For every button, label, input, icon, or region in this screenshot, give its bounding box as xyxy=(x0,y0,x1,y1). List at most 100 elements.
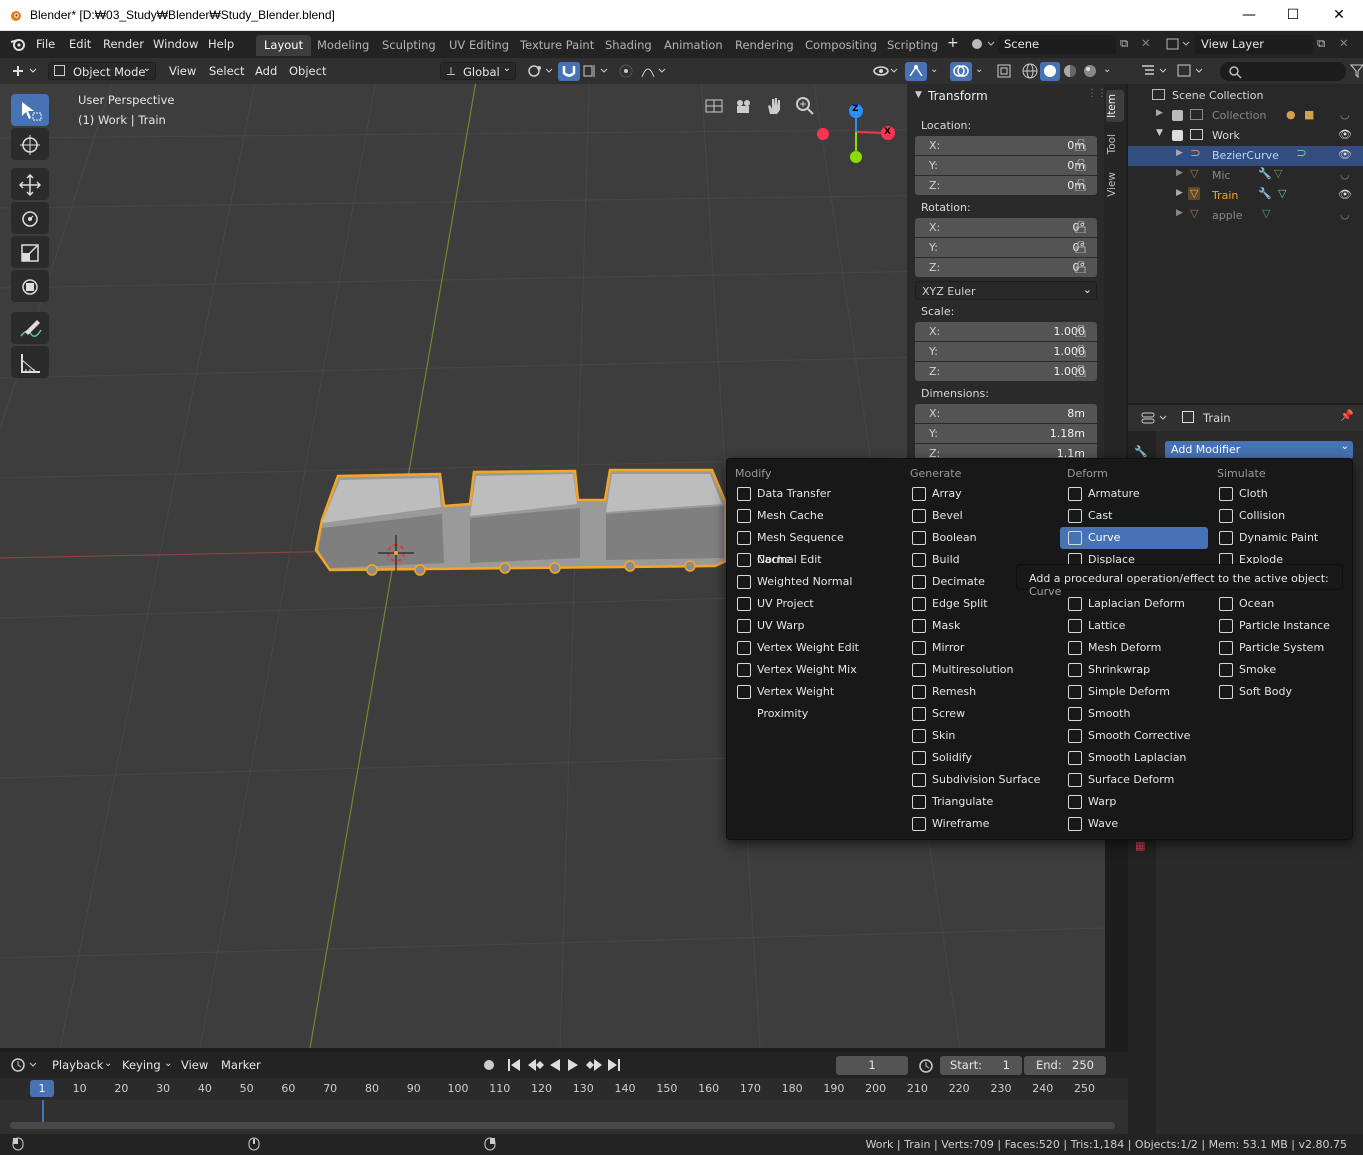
overlay-toggle[interactable] xyxy=(950,62,972,81)
shading-material-icon[interactable] xyxy=(1060,62,1080,80)
modifier-item-subdivision-surface[interactable]: Subdivision Surface xyxy=(904,769,1052,791)
outliner-row-work[interactable]: ▼ Work 👁 xyxy=(1128,126,1363,146)
menu-window[interactable]: Window xyxy=(153,37,198,51)
modifier-item-wave[interactable]: Wave xyxy=(1060,813,1208,835)
location-x-field[interactable]: X: 0m xyxy=(915,136,1097,155)
modifier-item-particle-system[interactable]: Particle System xyxy=(1211,637,1359,659)
mode-select[interactable]: Object Mode ⌄ xyxy=(48,62,156,80)
remove-view-layer-icon[interactable]: ✕ xyxy=(1339,36,1349,50)
snap-toggle[interactable] xyxy=(558,62,580,81)
modifier-item-simple-deform[interactable]: Simple Deform xyxy=(1060,681,1208,703)
tool-move[interactable] xyxy=(11,168,49,200)
modifier-item-dynamic-paint[interactable]: Dynamic Paint xyxy=(1211,527,1359,549)
current-frame-field[interactable]: 1 xyxy=(836,1056,908,1075)
menu-render[interactable]: Render xyxy=(103,37,144,51)
shading-rendered-icon[interactable] xyxy=(1080,62,1100,80)
timeline-editor-icon[interactable] xyxy=(10,1057,40,1073)
tab-shading[interactable]: Shading xyxy=(597,35,660,56)
eye-icon[interactable]: 👁 xyxy=(1338,128,1352,141)
chevron-down-icon[interactable]: ⌄ xyxy=(975,64,983,75)
snap-target-icon[interactable] xyxy=(582,63,612,79)
camera-view-icon[interactable] xyxy=(734,96,754,116)
modifier-item-mask[interactable]: Mask xyxy=(904,615,1052,637)
minimize-button[interactable]: — xyxy=(1226,0,1272,31)
end-frame-field[interactable]: End: 250 xyxy=(1024,1056,1106,1075)
menu-keying[interactable]: Keying xyxy=(116,1056,167,1074)
new-view-layer-icon[interactable]: ⧉ xyxy=(1317,36,1325,51)
eye-icon[interactable]: 👁 xyxy=(1338,148,1352,161)
editor-type-icon[interactable] xyxy=(10,63,40,79)
modifier-item-mirror[interactable]: Mirror xyxy=(904,637,1052,659)
modifier-item-mesh-sequence-cache[interactable]: Mesh Sequence Cache xyxy=(729,527,877,566)
modifier-tab-icon[interactable]: 🔧 xyxy=(1134,445,1148,458)
modifier-item-vertex-weight-edit[interactable]: Vertex Weight Edit xyxy=(729,637,877,659)
modifier-item-uv-project[interactable]: UV Project xyxy=(729,593,877,615)
location-y-field[interactable]: Y: 0m xyxy=(915,156,1097,175)
lock-icon[interactable] xyxy=(1075,325,1087,337)
lock-icon[interactable] xyxy=(1075,241,1087,253)
lock-icon[interactable] xyxy=(1075,345,1087,357)
menu-view[interactable]: View xyxy=(163,62,202,80)
menu-file[interactable]: File xyxy=(36,37,55,51)
modifier-item-skin[interactable]: Skin xyxy=(904,725,1052,747)
modifier-item-armature[interactable]: Armature xyxy=(1060,483,1208,505)
tool-measure[interactable] xyxy=(11,346,49,378)
modifier-item-vertex-weight-mix[interactable]: Vertex Weight Mix xyxy=(729,659,877,681)
modifier-item-laplacian-deform[interactable]: Laplacian Deform xyxy=(1060,593,1208,615)
menu-edit[interactable]: Edit xyxy=(69,37,91,51)
tool-cursor[interactable] xyxy=(11,128,49,160)
filter-icon[interactable] xyxy=(1350,63,1363,79)
outliner-row-mic[interactable]: ▶ ▽ Mic 🔧 ▽ ◡ xyxy=(1128,166,1363,186)
eye-closed-icon[interactable]: ◡ xyxy=(1340,108,1350,121)
pivot-point-icon[interactable] xyxy=(525,63,555,79)
scale-z-field[interactable]: Z: 1.000 xyxy=(915,362,1097,381)
display-mode-icon[interactable] xyxy=(1176,63,1206,79)
timeline-scrollbar[interactable] xyxy=(10,1122,1115,1129)
eye-icon[interactable]: 👁 xyxy=(1338,188,1352,201)
falloff-icon[interactable] xyxy=(640,63,670,79)
rotation-y-field[interactable]: Y: 0° xyxy=(915,238,1097,257)
scene-icon[interactable] xyxy=(970,37,996,51)
modifier-item-mesh-deform[interactable]: Mesh Deform xyxy=(1060,637,1208,659)
tab-texture-paint[interactable]: Texture Paint xyxy=(512,35,602,56)
outliner-row-beziercurve[interactable]: ▶ ⊃ BezierCurve ⊃ 👁 xyxy=(1128,146,1363,166)
record-icon[interactable] xyxy=(480,1057,498,1073)
tab-modeling[interactable]: Modeling xyxy=(309,35,377,56)
menu-help[interactable]: Help xyxy=(208,37,234,51)
checkbox-icon[interactable] xyxy=(1172,130,1183,141)
shading-wireframe-icon[interactable] xyxy=(1020,62,1040,80)
menu-object[interactable]: Object xyxy=(283,62,332,80)
menu-timeline-view[interactable]: View xyxy=(175,1056,214,1074)
tab-item[interactable]: Item xyxy=(1106,90,1124,122)
eye-closed-icon[interactable]: ◡ xyxy=(1340,208,1350,221)
add-workspace-icon[interactable]: + xyxy=(947,35,959,51)
remove-scene-icon[interactable]: ✕ xyxy=(1141,36,1151,50)
close-button[interactable]: ✕ xyxy=(1316,0,1362,31)
tab-layout[interactable]: Layout xyxy=(256,35,312,56)
modifier-item-mesh-cache[interactable]: Mesh Cache xyxy=(729,505,877,527)
menu-marker[interactable]: Marker xyxy=(215,1056,267,1074)
lock-icon[interactable] xyxy=(1075,179,1087,191)
zoom-icon[interactable] xyxy=(795,96,815,116)
modifier-item-screw[interactable]: Screw xyxy=(904,703,1052,725)
tool-scale[interactable] xyxy=(11,236,49,268)
modifier-item-vertex-weight-proximity[interactable]: Vertex Weight Proximity xyxy=(729,681,877,720)
current-frame-indicator[interactable]: 1 xyxy=(30,1080,54,1097)
tab-uv-editing[interactable]: UV Editing xyxy=(441,35,517,56)
eye-closed-icon[interactable]: ◡ xyxy=(1340,168,1350,181)
scale-y-field[interactable]: Y: 1.000 xyxy=(915,342,1097,361)
texture-tab-icon[interactable]: ▦ xyxy=(1135,839,1145,852)
maximize-button[interactable]: ☐ xyxy=(1270,0,1316,31)
tab-sculpting[interactable]: Sculpting xyxy=(374,35,444,56)
xray-icon[interactable] xyxy=(996,63,1014,79)
properties-editor-icon[interactable] xyxy=(1140,410,1170,426)
add-modifier-button[interactable]: Add Modifier ⌄ xyxy=(1165,441,1353,459)
tab-rendering[interactable]: Rendering xyxy=(727,35,802,56)
lock-icon[interactable] xyxy=(1075,365,1087,377)
modifier-item-particle-instance[interactable]: Particle Instance xyxy=(1211,615,1359,637)
shading-solid-toggle[interactable] xyxy=(1040,62,1060,81)
modifier-item-soft-body[interactable]: Soft Body xyxy=(1211,681,1359,703)
tab-scripting[interactable]: Scripting xyxy=(879,35,946,56)
outliner-editor-icon[interactable] xyxy=(1140,63,1170,79)
pan-hand-icon[interactable] xyxy=(764,96,784,116)
